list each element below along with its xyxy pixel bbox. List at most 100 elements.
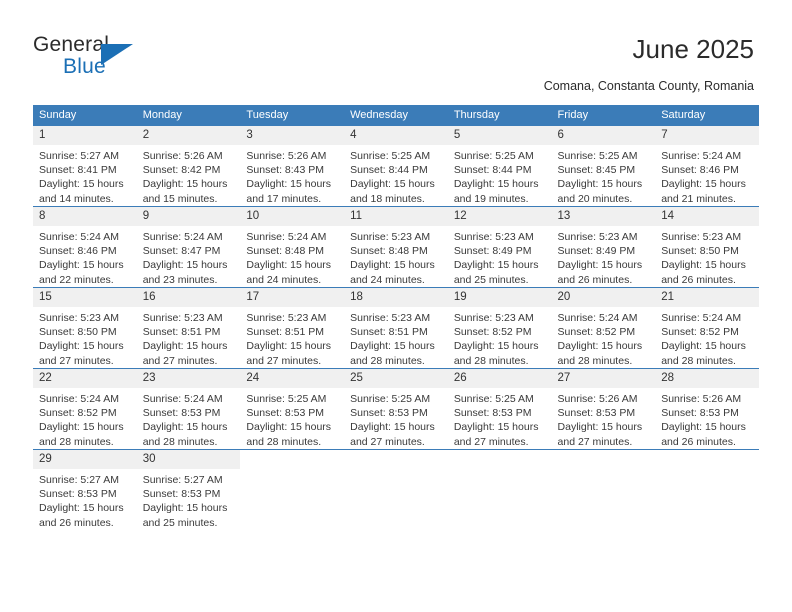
calendar-week-row: 22 Sunrise: 5:24 AM Sunset: 8:52 PM Dayl…: [33, 368, 759, 450]
daylight-text-line2: and 28 minutes.: [661, 354, 736, 367]
sunrise-text: Sunrise: 5:25 AM: [350, 393, 431, 405]
calendar-day-cell-empty: [447, 449, 552, 530]
day-details: Sunrise: 5:26 AM Sunset: 8:43 PM Dayligh…: [240, 145, 344, 206]
daylight-text-line2: and 18 minutes.: [350, 192, 425, 205]
sunset-text: Sunset: 8:53 PM: [142, 407, 221, 420]
sunrise-text: Sunrise: 5:26 AM: [661, 393, 742, 405]
calendar-day-cell[interactable]: 6 Sunrise: 5:25 AM Sunset: 8:45 PM Dayli…: [551, 125, 656, 207]
calendar-day-cell[interactable]: 13 Sunrise: 5:23 AM Sunset: 8:49 PM Dayl…: [551, 206, 656, 288]
calendar-day-cell[interactable]: 1 Sunrise: 5:27 AM Sunset: 8:41 PM Dayli…: [33, 125, 137, 207]
day-number: 29: [33, 450, 137, 469]
day-number: 3: [240, 126, 345, 145]
day-details: Sunrise: 5:23 AM Sunset: 8:51 PM Dayligh…: [137, 307, 241, 368]
calendar-day-cell[interactable]: 30 Sunrise: 5:27 AM Sunset: 8:53 PM Dayl…: [136, 449, 241, 530]
daylight-text-line2: and 28 minutes.: [557, 354, 633, 367]
daylight-text-line2: and 24 minutes.: [350, 273, 425, 286]
sunset-text: Sunset: 8:42 PM: [142, 164, 221, 177]
calendar-day-cell[interactable]: 8 Sunrise: 5:24 AM Sunset: 8:46 PM Dayli…: [33, 206, 137, 288]
calendar-day-cell[interactable]: 25 Sunrise: 5:25 AM Sunset: 8:53 PM Dayl…: [344, 368, 448, 450]
day-number: [551, 450, 656, 469]
day-details: Sunrise: 5:25 AM Sunset: 8:45 PM Dayligh…: [552, 145, 656, 206]
calendar-day-cell[interactable]: 18 Sunrise: 5:23 AM Sunset: 8:51 PM Dayl…: [344, 287, 448, 369]
daylight-text-line1: Daylight: 15 hours: [661, 421, 746, 434]
sunrise-text: Sunrise: 5:26 AM: [557, 393, 638, 405]
daylight-text-line1: Daylight: 15 hours: [142, 259, 228, 272]
day-details: Sunrise: 5:26 AM Sunset: 8:53 PM Dayligh…: [655, 388, 759, 449]
calendar-day-cell[interactable]: 26 Sunrise: 5:25 AM Sunset: 8:53 PM Dayl…: [447, 368, 552, 450]
day-number: 25: [344, 369, 448, 388]
sunrise-text: Sunrise: 5:23 AM: [350, 312, 431, 324]
calendar-day-cell[interactable]: 20 Sunrise: 5:24 AM Sunset: 8:52 PM Dayl…: [551, 287, 656, 369]
day-details: Sunrise: 5:24 AM Sunset: 8:46 PM Dayligh…: [655, 145, 759, 206]
calendar-week-row: 15 Sunrise: 5:23 AM Sunset: 8:50 PM Dayl…: [33, 287, 759, 369]
day-number: 17: [240, 288, 345, 307]
daylight-text-line2: and 19 minutes.: [453, 192, 529, 205]
day-details: Sunrise: 5:23 AM Sunset: 8:50 PM Dayligh…: [655, 226, 759, 287]
day-details: Sunrise: 5:25 AM Sunset: 8:44 PM Dayligh…: [344, 145, 448, 206]
daylight-text-line2: and 26 minutes.: [661, 435, 736, 448]
brand-logo[interactable]: General Blue: [33, 33, 153, 81]
calendar-day-cell[interactable]: 14 Sunrise: 5:23 AM Sunset: 8:50 PM Dayl…: [655, 206, 759, 288]
daylight-text-line1: Daylight: 15 hours: [453, 259, 539, 272]
daylight-text-line1: Daylight: 15 hours: [142, 502, 228, 515]
weekday-header-sunday: Sunday: [33, 105, 137, 126]
calendar-day-cell[interactable]: 4 Sunrise: 5:25 AM Sunset: 8:44 PM Dayli…: [344, 125, 448, 207]
calendar-day-cell[interactable]: 3 Sunrise: 5:26 AM Sunset: 8:43 PM Dayli…: [240, 125, 345, 207]
day-number: 19: [447, 288, 552, 307]
calendar-day-cell[interactable]: 16 Sunrise: 5:23 AM Sunset: 8:51 PM Dayl…: [136, 287, 241, 369]
sunrise-text: Sunrise: 5:26 AM: [142, 150, 223, 162]
daylight-text-line2: and 28 minutes.: [39, 435, 114, 448]
calendar-day-cell[interactable]: 17 Sunrise: 5:23 AM Sunset: 8:51 PM Dayl…: [240, 287, 345, 369]
daylight-text-line1: Daylight: 15 hours: [350, 178, 435, 191]
calendar-day-cell[interactable]: 12 Sunrise: 5:23 AM Sunset: 8:49 PM Dayl…: [447, 206, 552, 288]
calendar-day-cell[interactable]: 23 Sunrise: 5:24 AM Sunset: 8:53 PM Dayl…: [136, 368, 241, 450]
day-details: Sunrise: 5:27 AM Sunset: 8:53 PM Dayligh…: [137, 469, 241, 530]
calendar-day-cell[interactable]: 22 Sunrise: 5:24 AM Sunset: 8:52 PM Dayl…: [33, 368, 137, 450]
weekday-header-friday: Friday: [551, 105, 656, 126]
weekday-header-tuesday: Tuesday: [240, 105, 345, 126]
daylight-text-line1: Daylight: 15 hours: [453, 178, 539, 191]
calendar-day-cell[interactable]: 29 Sunrise: 5:27 AM Sunset: 8:53 PM Dayl…: [33, 449, 137, 530]
calendar-day-cell[interactable]: 19 Sunrise: 5:23 AM Sunset: 8:52 PM Dayl…: [447, 287, 552, 369]
calendar-day-cell[interactable]: 5 Sunrise: 5:25 AM Sunset: 8:44 PM Dayli…: [447, 125, 552, 207]
weekday-header-thursday: Thursday: [447, 105, 552, 126]
daylight-text-line2: and 27 minutes.: [39, 354, 114, 367]
day-number: 8: [33, 207, 137, 226]
daylight-text-line2: and 28 minutes.: [350, 354, 425, 367]
daylight-text-line1: Daylight: 15 hours: [453, 340, 539, 353]
calendar-day-cell[interactable]: 24 Sunrise: 5:25 AM Sunset: 8:53 PM Dayl…: [240, 368, 345, 450]
sunset-text: Sunset: 8:53 PM: [350, 407, 428, 420]
day-details: Sunrise: 5:23 AM Sunset: 8:49 PM Dayligh…: [448, 226, 552, 287]
daylight-text-line2: and 27 minutes.: [246, 354, 322, 367]
calendar-day-cell[interactable]: 7 Sunrise: 5:24 AM Sunset: 8:46 PM Dayli…: [655, 125, 759, 207]
calendar-day-cell[interactable]: 21 Sunrise: 5:24 AM Sunset: 8:52 PM Dayl…: [655, 287, 759, 369]
day-number: 30: [136, 450, 241, 469]
day-details: Sunrise: 5:24 AM Sunset: 8:52 PM Dayligh…: [552, 307, 656, 368]
daylight-text-line1: Daylight: 15 hours: [246, 340, 332, 353]
calendar-day-cell[interactable]: 15 Sunrise: 5:23 AM Sunset: 8:50 PM Dayl…: [33, 287, 137, 369]
calendar-week-row: 29 Sunrise: 5:27 AM Sunset: 8:53 PM Dayl…: [33, 449, 759, 530]
calendar-day-cell[interactable]: 11 Sunrise: 5:23 AM Sunset: 8:48 PM Dayl…: [344, 206, 448, 288]
page-header: General Blue June 2025 Comana, Constanta…: [0, 0, 792, 100]
daylight-text-line2: and 24 minutes.: [246, 273, 322, 286]
calendar-day-cell[interactable]: 28 Sunrise: 5:26 AM Sunset: 8:53 PM Dayl…: [655, 368, 759, 450]
sunset-text: Sunset: 8:49 PM: [557, 245, 636, 258]
calendar-day-cell[interactable]: 27 Sunrise: 5:26 AM Sunset: 8:53 PM Dayl…: [551, 368, 656, 450]
day-details: Sunrise: 5:23 AM Sunset: 8:50 PM Dayligh…: [33, 307, 137, 368]
daylight-text-line1: Daylight: 15 hours: [246, 259, 332, 272]
daylight-text-line2: and 17 minutes.: [246, 192, 322, 205]
daylight-text-line2: and 25 minutes.: [142, 516, 218, 529]
day-number: 4: [344, 126, 448, 145]
sunrise-text: Sunrise: 5:24 AM: [142, 231, 223, 243]
weekday-header-wednesday: Wednesday: [344, 105, 448, 126]
calendar-day-cell[interactable]: 9 Sunrise: 5:24 AM Sunset: 8:47 PM Dayli…: [136, 206, 241, 288]
daylight-text-line1: Daylight: 15 hours: [142, 421, 228, 434]
daylight-text-line1: Daylight: 15 hours: [350, 340, 435, 353]
calendar-day-cell[interactable]: 2 Sunrise: 5:26 AM Sunset: 8:42 PM Dayli…: [136, 125, 241, 207]
day-number: 6: [551, 126, 656, 145]
sunset-text: Sunset: 8:44 PM: [350, 164, 428, 177]
day-number: [344, 450, 448, 469]
calendar-week-row: 8 Sunrise: 5:24 AM Sunset: 8:46 PM Dayli…: [33, 206, 759, 288]
calendar-day-cell[interactable]: 10 Sunrise: 5:24 AM Sunset: 8:48 PM Dayl…: [240, 206, 345, 288]
daylight-text-line1: Daylight: 15 hours: [142, 340, 228, 353]
